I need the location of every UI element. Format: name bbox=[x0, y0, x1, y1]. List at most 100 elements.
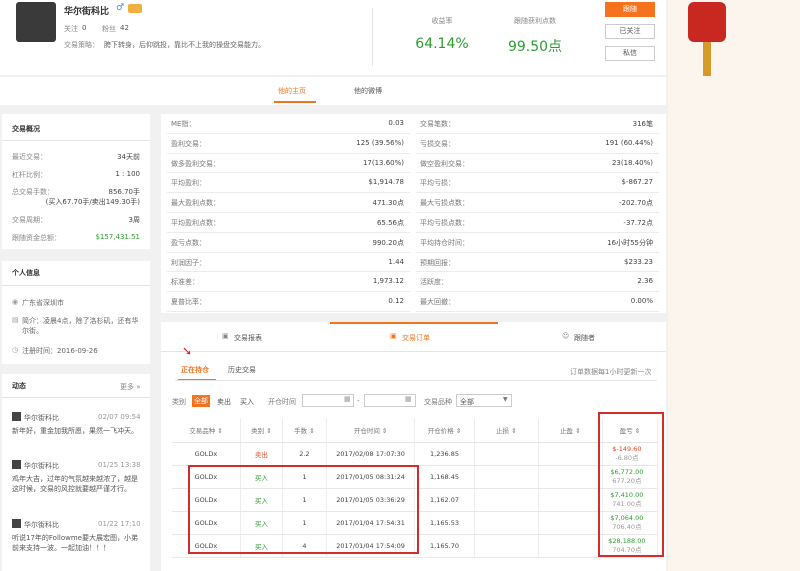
metric-row: 做空盈利交易： 23(18.40%) bbox=[416, 154, 659, 174]
profile-nav bbox=[0, 77, 666, 105]
metric-row: 平均亏损： $-867.27 bbox=[416, 173, 659, 194]
avatar[interactable] bbox=[16, 2, 56, 42]
filter-sell-button[interactable]: 卖出 bbox=[217, 397, 231, 407]
col-type-header[interactable]: 类别 ⇕ bbox=[240, 418, 283, 443]
lantern-icon bbox=[688, 2, 726, 42]
col-symbol-header[interactable]: 交易品种 ⇕ bbox=[172, 418, 241, 443]
metric-row: 交易笔数： 316笔 bbox=[416, 114, 659, 134]
strategy-text: 胯下转身，后仰跳投，靠比不上我的操盘交易能力。 bbox=[104, 41, 265, 49]
overview-title: 交易概况 bbox=[12, 125, 40, 133]
metric-key: 最大回撤： bbox=[420, 298, 455, 307]
subtab-open[interactable]: 正在持仓 bbox=[181, 365, 209, 375]
col-lots-header[interactable]: 手数 ⇕ bbox=[282, 418, 327, 443]
message-button[interactable]: 私信 bbox=[605, 46, 655, 61]
tabs-divider bbox=[161, 351, 666, 352]
metric-value: 2.36 bbox=[637, 277, 653, 286]
metric-value: -202.70点 bbox=[618, 199, 653, 208]
col-tp-header[interactable]: 止盈 ⇕ bbox=[538, 418, 603, 443]
metric-value: 23(18.40%) bbox=[611, 158, 653, 167]
col-time-header[interactable]: 开仓时间 ⇕ bbox=[326, 418, 416, 443]
metric-key: 最大盈利点数： bbox=[171, 199, 220, 208]
col-price-header[interactable]: 开仓价格 ⇕ bbox=[414, 418, 475, 443]
feed-user[interactable]: 华尔街科比 bbox=[24, 413, 59, 423]
feed-time: 01/25 13:38 bbox=[98, 461, 141, 469]
overview-value: 3周 bbox=[128, 216, 140, 224]
calendar-icon[interactable]: ▦ bbox=[344, 395, 351, 403]
metric-row: 盈亏点数： 990.20点 bbox=[167, 233, 410, 253]
metric-key: 做多盈利交易： bbox=[171, 159, 220, 168]
tab-weibo[interactable]: 他的微博 bbox=[354, 86, 382, 96]
metric-key: 最大亏损点数： bbox=[420, 199, 469, 208]
metric-row: 平均盈利点数： 65.56点 bbox=[167, 213, 410, 233]
product-label: 交易品种 bbox=[424, 398, 452, 406]
overview-key: 交易周期： bbox=[12, 216, 47, 224]
cell-type: 卖出 bbox=[240, 442, 283, 466]
tab-home[interactable]: 他的主页 bbox=[278, 86, 306, 96]
feed-avatar bbox=[12, 519, 21, 528]
metric-value: 0.03 bbox=[388, 119, 404, 127]
calendar-icon[interactable]: ▦ bbox=[405, 395, 412, 403]
metric-row: 最大回撤： 0.00% bbox=[416, 292, 659, 312]
red-arrow-icon: ➘ bbox=[182, 344, 193, 358]
filter-type-label: 类别 bbox=[172, 398, 186, 406]
metric-row: 做多盈利交易： 17(13.60%) bbox=[167, 154, 410, 174]
update-note: 订单数据每1小时更新一次 bbox=[570, 368, 652, 376]
metric-key: 平均盈利点数： bbox=[171, 219, 220, 227]
metric-value: 17(13.60%) bbox=[362, 158, 404, 167]
overview-panel bbox=[2, 114, 150, 249]
intro-text: 简介：凌晨4点，除了洛杉矶，还有华尔街。 bbox=[22, 317, 139, 335]
follow-button[interactable]: 跟随 bbox=[605, 2, 655, 17]
tab-orders-icon: ▣ bbox=[390, 332, 397, 340]
feed-time: 02/07 09:54 bbox=[98, 413, 141, 421]
subtabs-divider bbox=[175, 380, 657, 381]
metric-value: 16小时55分钟 bbox=[607, 238, 653, 247]
metric-row: 夏普比率： 0.12 bbox=[167, 292, 410, 312]
metric-row: 最大盈利点数： 471.30点 bbox=[167, 193, 410, 213]
col-sl-header[interactable]: 止损 ⇕ bbox=[474, 418, 539, 443]
profile-name[interactable]: 华尔街科比 bbox=[64, 4, 109, 17]
header-divider bbox=[372, 8, 373, 66]
tab-orders[interactable]: 交易订单 bbox=[402, 333, 430, 343]
feed-title: 动态 bbox=[12, 382, 26, 390]
chevron-down-icon: ▼ bbox=[503, 396, 508, 403]
product-select-value: 全部 bbox=[460, 398, 474, 406]
cell-open-price: 1,168.45 bbox=[414, 465, 475, 489]
return-label: 收益率 bbox=[431, 17, 453, 25]
filter-all-button[interactable]: 全部 bbox=[192, 395, 210, 407]
lantern-tassel-icon bbox=[703, 42, 711, 76]
feed-more-link[interactable]: 更多 » bbox=[120, 382, 141, 392]
table-header-row: 交易品种 ⇕ 类别 ⇕ 手数 ⇕ 开仓时间 ⇕ 开仓价格 ⇕ 止损 ⇕ 止盈 ⇕… bbox=[172, 418, 659, 443]
cell-take-profit bbox=[538, 465, 603, 489]
feed-user[interactable]: 华尔街科比 bbox=[24, 520, 59, 530]
metric-row: 盈利交易： 125 (39.56%) bbox=[167, 134, 410, 154]
overview-key: 跟随资金总额： bbox=[12, 234, 61, 242]
cell-open-price: 1,162.07 bbox=[414, 488, 475, 512]
metric-row: 利润因子： 1.44 bbox=[167, 253, 410, 273]
table-row[interactable]: GOLDx 卖出 2.2 2017/02/08 17:07:30 1,236.85 $-1… bbox=[172, 442, 659, 466]
cell-stop-loss bbox=[474, 465, 539, 489]
location-text: 广东省深圳市 bbox=[22, 299, 64, 307]
festive-background bbox=[668, 0, 800, 571]
filter-buy-button[interactable]: 买入 bbox=[240, 397, 254, 407]
metric-value: $233.23 bbox=[624, 257, 653, 266]
cell-open-price: 1,165.70 bbox=[414, 534, 475, 558]
cell-open-price: 1,165.53 bbox=[414, 511, 475, 535]
feed-avatar bbox=[12, 412, 21, 421]
metric-key: 利润因子： bbox=[171, 258, 206, 267]
personal-divider bbox=[2, 285, 150, 286]
overview-value: 1 : 100 bbox=[115, 170, 140, 178]
metric-row: 平均盈利： $1,914.78 bbox=[167, 173, 410, 194]
metric-value: 471.30点 bbox=[372, 199, 405, 208]
metric-row: 平均亏损点数： -37.72点 bbox=[416, 213, 659, 233]
feed-user[interactable]: 华尔街科比 bbox=[24, 461, 59, 471]
tab-followers[interactable]: 跟随者 bbox=[574, 333, 595, 343]
feed-time: 01/22 17:10 bbox=[98, 520, 141, 528]
metrics-panel[interactable]: ME指： 0.03 盈利交易： 125 (39.56%) 做多盈利交易： 17(13.60… bbox=[161, 114, 666, 313]
overview-value: 856.70手 bbox=[108, 188, 141, 196]
feed-text: 新年好，重金加我所愿，果然一飞冲天。 bbox=[12, 427, 138, 435]
followed-button[interactable]: 已关注 bbox=[605, 24, 655, 39]
metric-row: 预期回报： $233.23 bbox=[416, 253, 659, 273]
tab-report[interactable]: 交易报表 bbox=[234, 333, 262, 343]
metric-key: 活跃度： bbox=[420, 278, 448, 287]
subtab-history[interactable]: 历史交易 bbox=[228, 365, 256, 375]
